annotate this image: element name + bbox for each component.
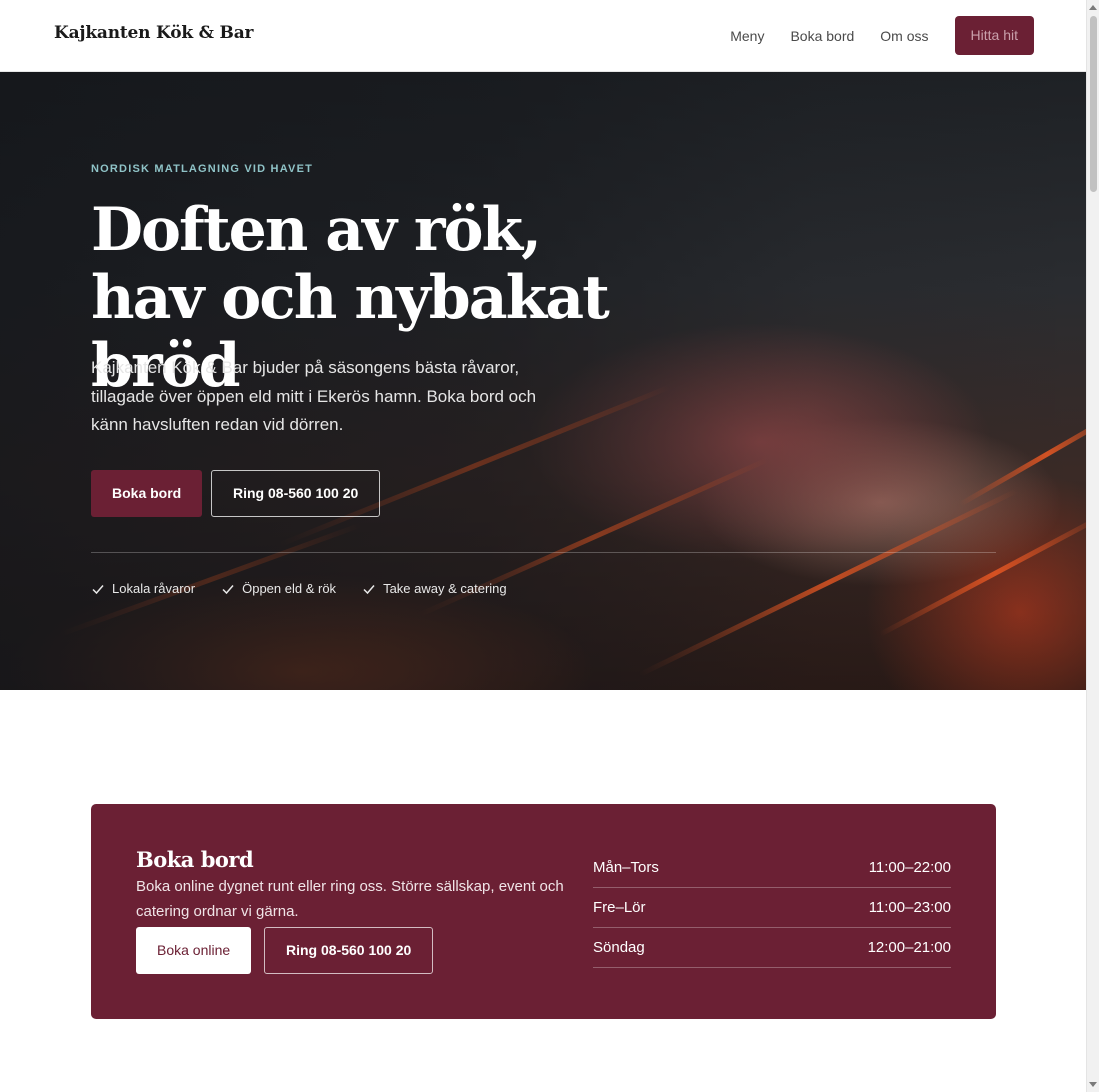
feature-label: Öppen eld & rök	[242, 581, 337, 596]
boka-online-button[interactable]: Boka online	[136, 927, 252, 974]
page-scrollbar[interactable]	[1086, 0, 1099, 1092]
hours-time: 12:00–21:00	[867, 939, 951, 956]
hero-divider	[91, 552, 996, 553]
check-icon	[92, 584, 104, 594]
hero-section: NORDISK MATLAGNING VID HAVET Doften av r…	[0, 72, 1086, 690]
check-icon	[363, 584, 375, 594]
hours-row: Söndag 12:00–21:00	[593, 928, 951, 968]
opening-hours: Mån–Tors 11:00–22:00 Fre–Lör 11:00–23:00…	[593, 848, 951, 968]
scroll-up-arrow-icon[interactable]	[1089, 5, 1097, 10]
hours-row: Fre–Lör 11:00–23:00	[593, 888, 951, 928]
hero-eyebrow: NORDISK MATLAGNING VID HAVET	[91, 163, 314, 175]
site-header: Kajkanten Kök & Bar Meny Boka bord Om os…	[0, 0, 1086, 72]
nav-link-boka-bord[interactable]: Boka bord	[790, 28, 854, 44]
call-button[interactable]: Ring 08-560 100 20	[211, 470, 381, 517]
feature-item: Lokala råvaror	[91, 581, 195, 596]
hours-time: 11:00–23:00	[868, 899, 951, 916]
booking-call-button[interactable]: Ring 08-560 100 20	[264, 927, 434, 974]
booking-description: Boka online dygnet runt eller ring oss. …	[136, 878, 564, 920]
site-logo[interactable]: Kajkanten Kök & Bar	[54, 23, 253, 43]
hours-row: Mån–Tors 11:00–22:00	[593, 848, 951, 888]
booking-title: Boka bord	[136, 847, 254, 872]
hours-day: Fre–Lör	[593, 899, 646, 916]
feature-item: Öppen eld & rök	[221, 581, 336, 596]
scroll-down-arrow-icon[interactable]	[1089, 1082, 1097, 1087]
feature-list: Lokala råvaror Öppen eld & rök Take away…	[91, 581, 507, 596]
feature-label: Lokala råvaror	[112, 581, 196, 596]
nav-link-om-oss[interactable]: Om oss	[880, 28, 928, 44]
hours-time: 11:00–22:00	[868, 859, 951, 876]
nav-link-meny[interactable]: Meny	[730, 28, 764, 44]
main-nav: Meny Boka bord Om oss Hitta hit	[730, 16, 1034, 55]
booking-card: Boka bord Boka online dygnet runt eller …	[91, 804, 996, 1019]
feature-label: Take away & catering	[383, 581, 507, 596]
scroll-thumb[interactable]	[1090, 16, 1097, 192]
check-icon	[222, 584, 234, 594]
hours-day: Söndag	[593, 939, 645, 956]
feature-item: Take away & catering	[362, 581, 507, 596]
hero-description: Kajkanten Kök & Bar bjuder på säsongens …	[91, 358, 537, 434]
hitta-hit-button[interactable]: Hitta hit	[954, 16, 1034, 55]
boka-bord-button[interactable]: Boka bord	[91, 470, 203, 517]
hours-day: Mån–Tors	[593, 859, 659, 876]
